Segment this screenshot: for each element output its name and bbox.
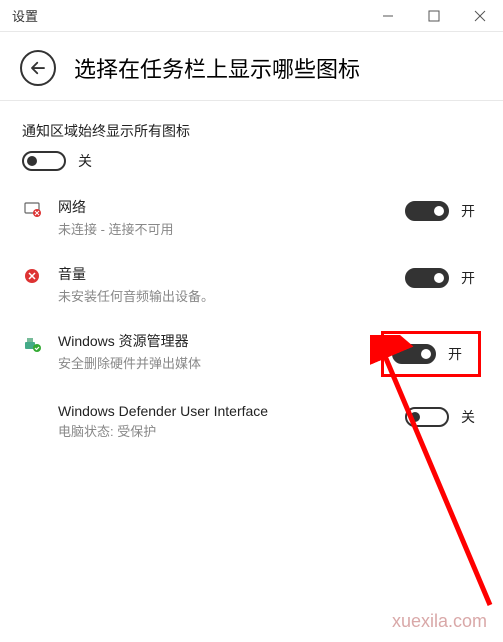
volume-toggle[interactable] <box>405 268 449 288</box>
close-button[interactable] <box>457 1 503 31</box>
list-item: Windows 资源管理器 安全删除硬件并弹出媒体 开 <box>22 331 481 377</box>
list-item: 网络 未连接 - 连接不可用 开 <box>22 197 481 238</box>
master-toggle-row: 关 <box>22 151 481 171</box>
item-toggle-group: 开 <box>399 264 481 292</box>
item-name: Windows Defender User Interface <box>58 403 387 419</box>
defender-toggle[interactable] <box>405 407 449 427</box>
volume-icon <box>22 266 42 286</box>
item-name: 网络 <box>58 197 387 217</box>
item-desc: 未连接 - 连接不可用 <box>58 219 387 238</box>
list-item: Windows Defender User Interface 电脑状态: 受保… <box>22 403 481 440</box>
maximize-button[interactable] <box>411 1 457 31</box>
toggle-label: 开 <box>461 201 475 221</box>
defender-icon <box>22 405 42 425</box>
item-desc: 安全删除硬件并弹出媒体 <box>58 353 375 372</box>
item-toggle-group: 开 <box>399 197 481 225</box>
subtitle: 通知区域始终显示所有图标 <box>22 121 481 141</box>
page-title: 选择在任务栏上显示哪些图标 <box>74 52 360 84</box>
content-area: 通知区域始终显示所有图标 关 网络 未连接 - 连接不可用 开 音量 未安装任何… <box>0 101 503 486</box>
item-name: Windows 资源管理器 <box>58 331 375 351</box>
item-toggle-group-highlighted: 开 <box>381 331 481 377</box>
item-desc: 电脑状态: 受保护 <box>58 421 387 440</box>
window-title: 设置 <box>12 6 365 25</box>
page-header: 选择在任务栏上显示哪些图标 <box>0 32 503 101</box>
toggle-label: 开 <box>448 344 462 364</box>
watermark: xuexila.com <box>392 611 487 632</box>
window-controls <box>365 1 503 31</box>
toggle-label: 开 <box>461 268 475 288</box>
item-desc: 未安装任何音频输出设备。 <box>58 286 387 305</box>
item-toggle-group: 关 <box>399 403 481 431</box>
network-toggle[interactable] <box>405 201 449 221</box>
item-name: 音量 <box>58 264 387 284</box>
toggle-label: 关 <box>461 407 475 427</box>
explorer-icon <box>22 333 42 353</box>
master-toggle[interactable] <box>22 151 66 171</box>
explorer-toggle[interactable] <box>392 344 436 364</box>
titlebar: 设置 <box>0 0 503 32</box>
back-button[interactable] <box>20 50 56 86</box>
minimize-button[interactable] <box>365 1 411 31</box>
master-toggle-label: 关 <box>78 151 92 171</box>
list-item: 音量 未安装任何音频输出设备。 开 <box>22 264 481 305</box>
network-icon <box>22 199 42 219</box>
back-arrow-icon <box>29 59 47 77</box>
